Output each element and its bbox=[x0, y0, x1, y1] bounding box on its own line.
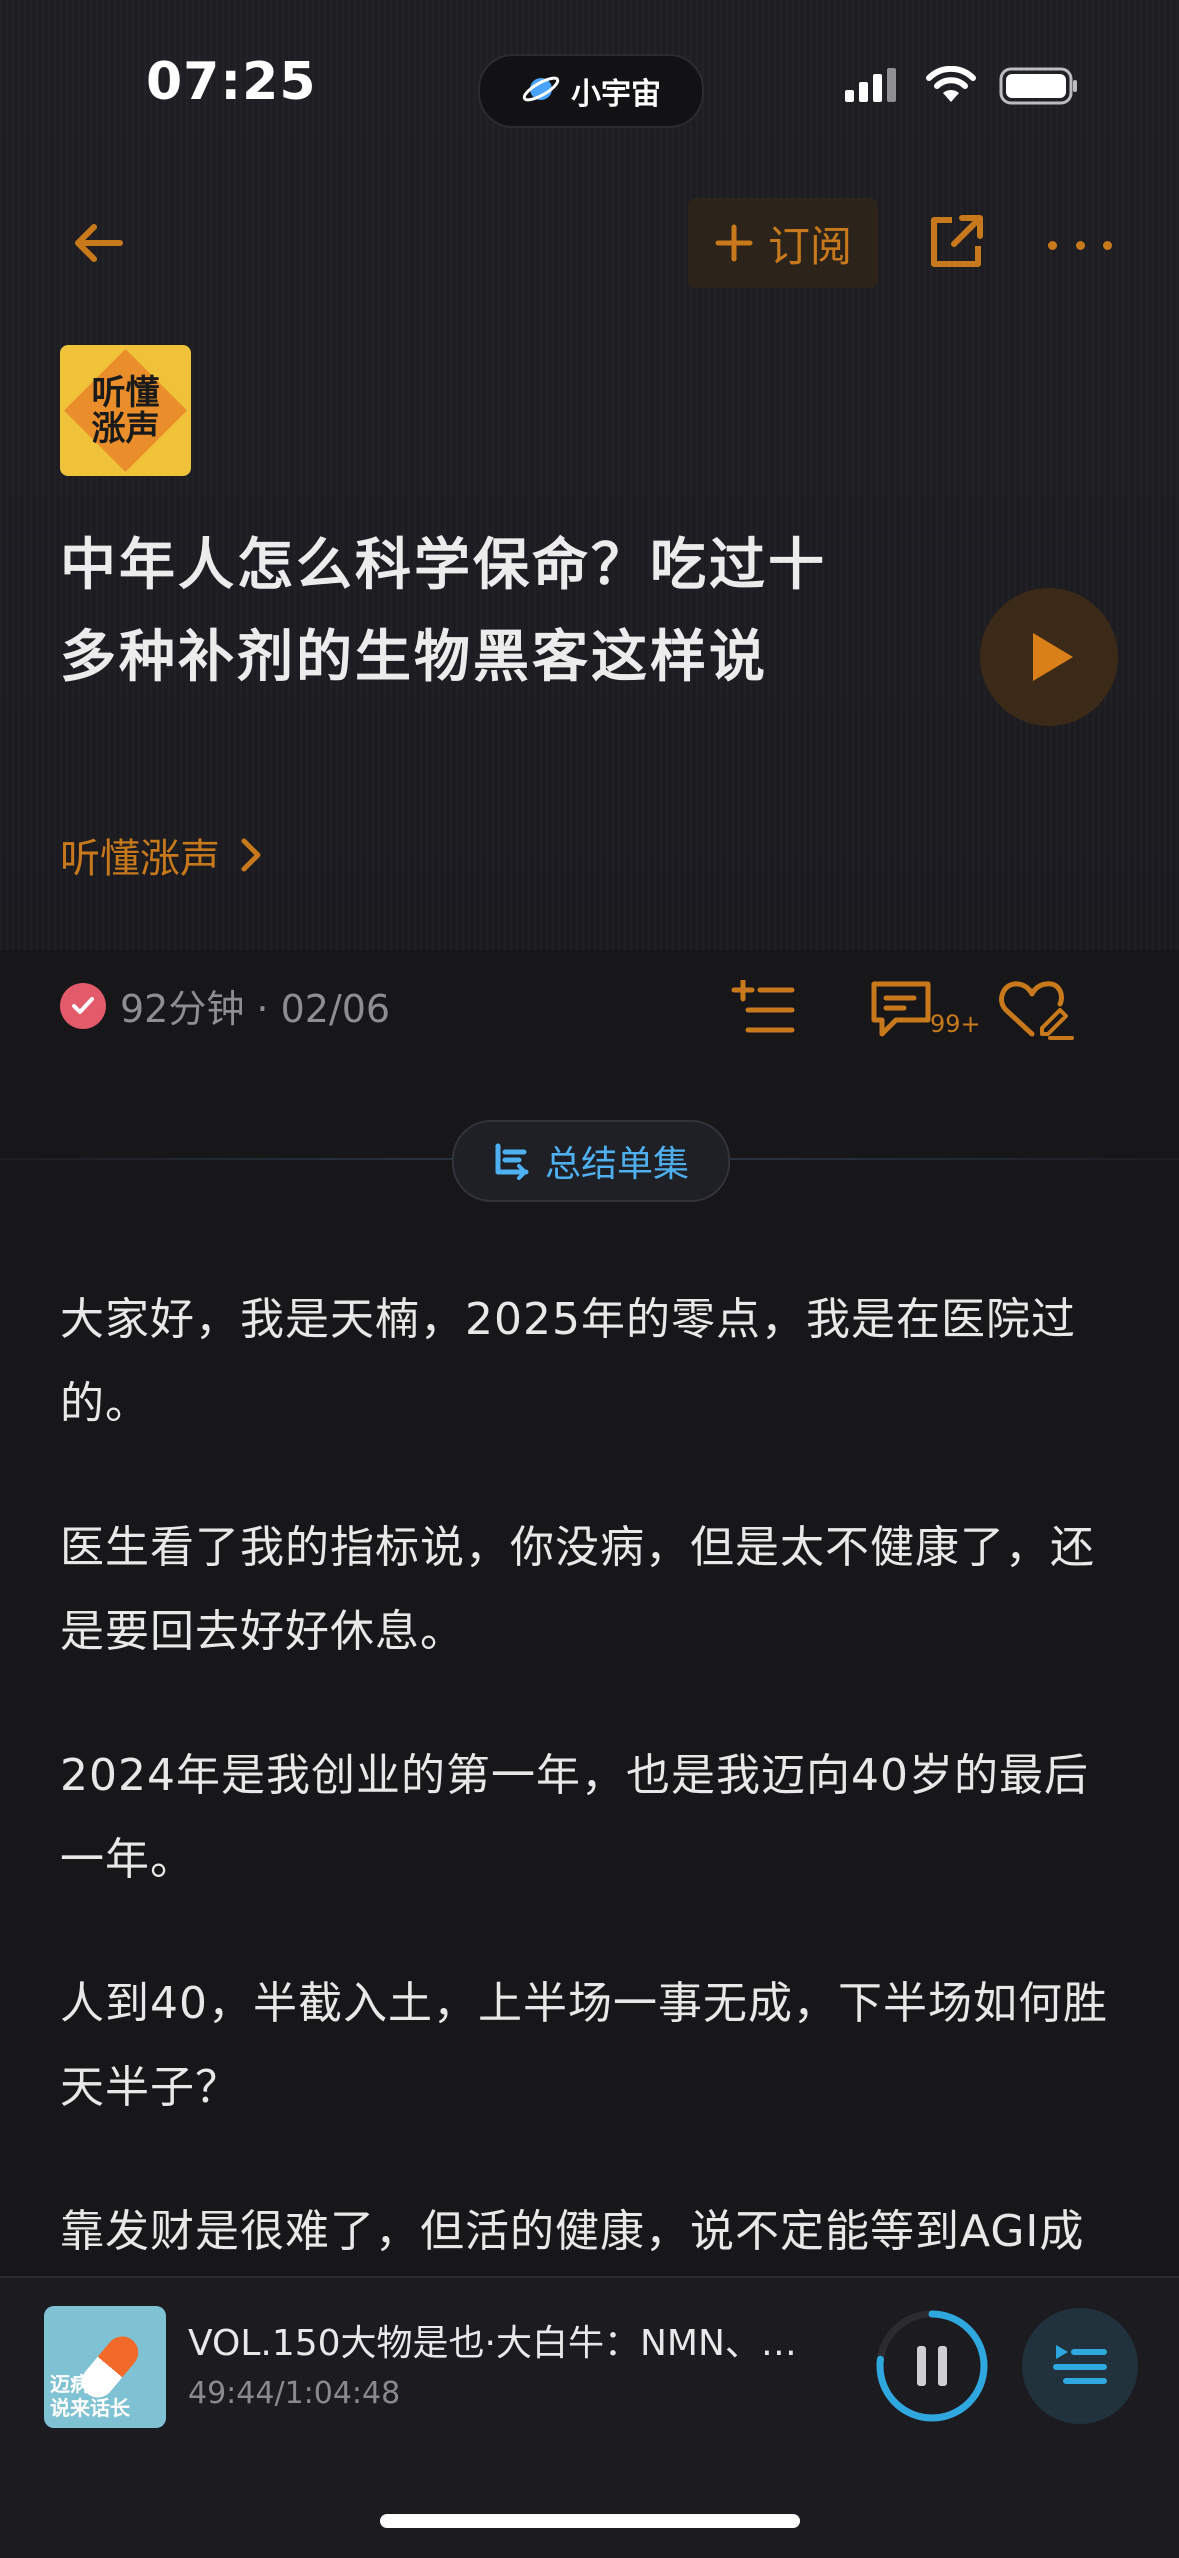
player-cover[interactable]: 迈病 说来话长 bbox=[44, 2306, 166, 2428]
comment-icon bbox=[871, 981, 931, 1037]
cellular-signal-icon bbox=[843, 66, 903, 110]
status-time: 07:25 bbox=[146, 52, 317, 112]
subscribe-label: 订阅 bbox=[767, 221, 852, 271]
episode-title: 中年人怎么科学保命？吃过十多种补剂的生物黑客这样说 bbox=[60, 533, 827, 690]
add-to-list-icon bbox=[731, 980, 795, 1033]
podcast-cover[interactable]: 听懂 涨声 bbox=[60, 345, 191, 476]
dynamic-island: 小宇宙 bbox=[478, 54, 704, 128]
player-time: 49:44/1:04:48 bbox=[188, 2376, 401, 2411]
podcast-link[interactable]: 听懂涨声 bbox=[60, 826, 262, 884]
back-button[interactable] bbox=[58, 208, 138, 278]
battery-icon bbox=[999, 66, 1079, 110]
planet-icon bbox=[521, 69, 561, 113]
paragraph: 靠发财是很难了，但活的健康，说不定能等到AGI成 bbox=[60, 2206, 1085, 2257]
summary-label: 总结单集 bbox=[544, 1144, 689, 1185]
share-icon bbox=[931, 215, 983, 267]
comments-button[interactable]: 99+ bbox=[868, 975, 981, 1045]
paragraph: 人到40，半截入土，上半场一事无成，下半场如何胜天半子？ bbox=[60, 1978, 1108, 2113]
subscribe-button[interactable]: 订阅 bbox=[688, 198, 878, 288]
podcast-name: 听懂涨声 bbox=[60, 836, 220, 882]
progress-ring bbox=[876, 2310, 988, 2422]
like-button[interactable] bbox=[998, 975, 1074, 1045]
share-button[interactable] bbox=[924, 210, 994, 280]
more-dots-icon bbox=[1048, 240, 1057, 250]
add-to-playlist-button[interactable] bbox=[730, 975, 796, 1045]
heart-pen-icon bbox=[999, 981, 1074, 1040]
arrow-left-icon bbox=[75, 224, 123, 262]
more-button[interactable] bbox=[1048, 210, 1112, 280]
episode-description: 大家好，我是天楠，2025年的零点，我是在医院过的。 医生看了我的指标说，你没病… bbox=[60, 1278, 1130, 2334]
player-cover-text: 迈病 说来话长 bbox=[50, 2372, 130, 2420]
play-icon bbox=[1033, 633, 1073, 681]
comment-count: 99+ bbox=[930, 1010, 981, 1038]
play-episode-button[interactable] bbox=[980, 588, 1118, 726]
played-check-icon bbox=[60, 982, 106, 1029]
duration-date: 92分钟 · 02/06 bbox=[120, 987, 391, 1031]
island-label: 小宇宙 bbox=[571, 77, 661, 112]
paragraph: 2024年是我创业的第一年，也是我迈向40岁的最后一年。 bbox=[60, 1750, 1089, 1885]
pause-button[interactable] bbox=[874, 2308, 990, 2424]
chevron-right-icon bbox=[241, 838, 261, 872]
home-indicator[interactable] bbox=[380, 2514, 800, 2528]
episode-meta: 92分钟 · 02/06 bbox=[60, 978, 390, 1033]
paragraph: 医生看了我的指标说，你没病，但是太不健康了，还是要回去好好休息。 bbox=[60, 1522, 1095, 1657]
summary-button[interactable]: 总结单集 bbox=[452, 1120, 730, 1202]
player-title[interactable]: VOL.150大物是也·大白牛：NMN、… bbox=[188, 2314, 828, 2366]
playlist-icon bbox=[1053, 2345, 1107, 2384]
pause-icon bbox=[917, 2346, 947, 2386]
playlist-button[interactable] bbox=[1022, 2308, 1138, 2424]
paragraph: 大家好，我是天楠，2025年的零点，我是在医院过的。 bbox=[60, 1294, 1076, 1429]
status-icons bbox=[843, 65, 1079, 110]
summary-icon bbox=[495, 1143, 529, 1180]
wifi-icon bbox=[925, 65, 977, 110]
plus-icon bbox=[715, 224, 753, 262]
cover-text: 听懂 涨声 bbox=[91, 372, 160, 449]
